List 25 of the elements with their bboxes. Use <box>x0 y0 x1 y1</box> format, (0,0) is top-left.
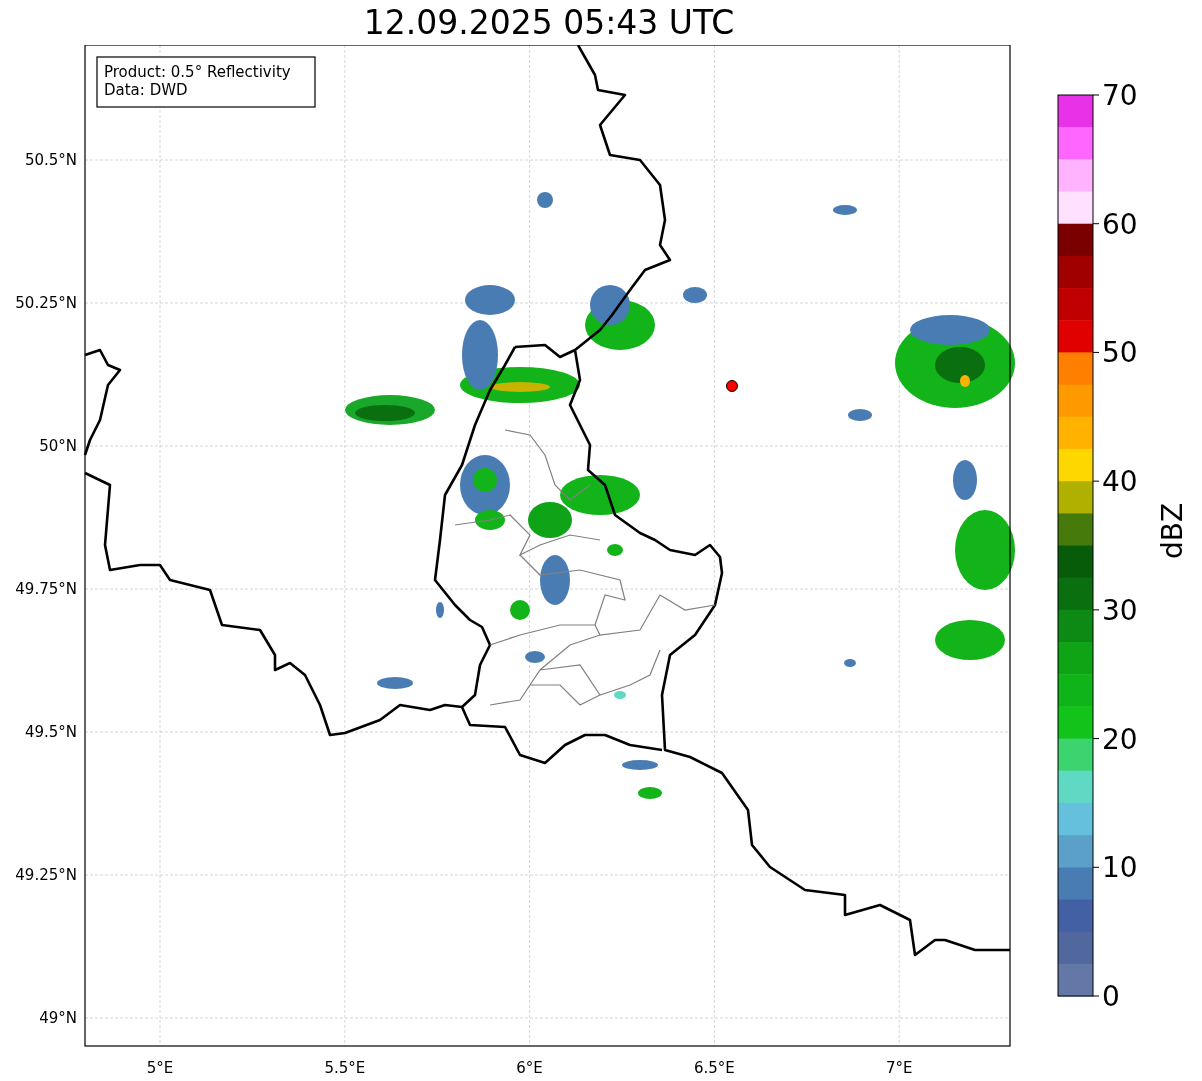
latitude-label: 49°N <box>39 1009 77 1027</box>
latitude-label: 50.25°N <box>15 294 77 312</box>
colorbar-tick-label: 10 <box>1102 851 1138 885</box>
colorbar-tick-label: 50 <box>1102 336 1138 370</box>
latitude-label: 49.5°N <box>24 723 77 741</box>
colorbar-tick-label: 60 <box>1102 207 1138 241</box>
info-text: Product: 0.5° Reflectivity <box>104 63 291 81</box>
colorbar-tick-label: 20 <box>1102 722 1138 756</box>
latitude-label: 50°N <box>39 437 77 455</box>
longitude-label: 5.5°E <box>324 1059 366 1077</box>
colorbar-tick-label: 40 <box>1102 465 1138 499</box>
longitude-label: 5°E <box>146 1059 174 1077</box>
longitude-label: 7°E <box>885 1059 913 1077</box>
info-text: Data: DWD <box>104 81 188 99</box>
plot-title: 12.09.2025 05:43 UTC <box>363 2 735 44</box>
colorbar-label: dBZ <box>1156 502 1189 560</box>
longitude-label: 6°E <box>516 1059 543 1077</box>
latitude-label: 49.25°N <box>15 866 77 884</box>
latitude-label: 50.5°N <box>24 151 77 169</box>
colorbar-tick-label: 0 <box>1102 980 1120 1013</box>
colorbar-tick-label: 70 <box>1102 79 1138 112</box>
latitude-label: 49.75°N <box>15 580 77 598</box>
colorbar-tick-label: 30 <box>1102 593 1138 627</box>
location-marker-icon <box>726 380 738 392</box>
longitude-label: 6.5°E <box>694 1059 735 1077</box>
